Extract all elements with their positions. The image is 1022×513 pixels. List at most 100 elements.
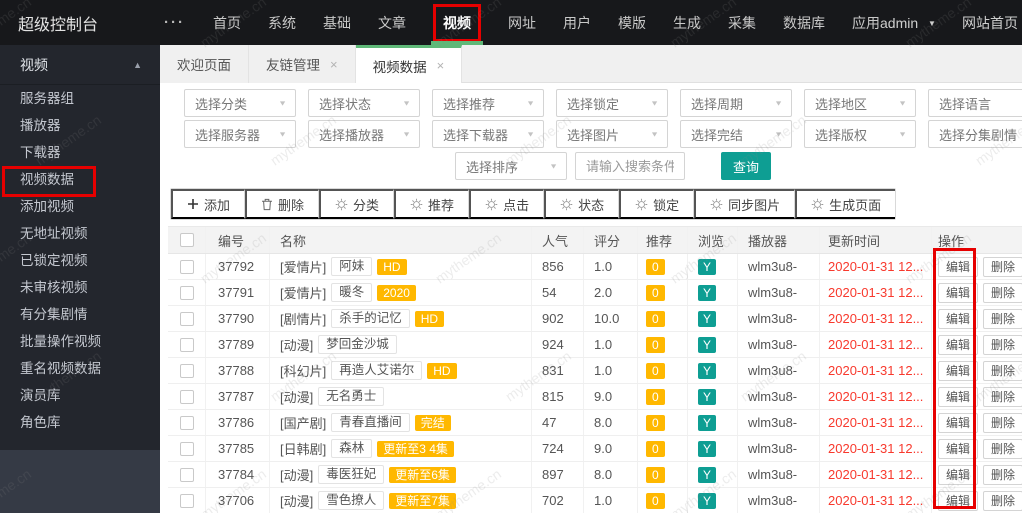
status-button[interactable]: 状态	[544, 189, 620, 219]
edit-button[interactable]: 编辑	[938, 308, 979, 329]
cell-player: wlm3u8-	[738, 488, 820, 513]
filter-select-recommend[interactable]: 选择推荐 ▼	[432, 89, 544, 117]
generate-page-button[interactable]: 生成页面	[795, 189, 896, 219]
nav-item-template[interactable]: 模版	[618, 0, 646, 45]
filter-select-finished[interactable]: 选择完结 ▼	[680, 120, 792, 148]
chevron-down-icon: ▼	[774, 99, 783, 107]
filter-select-copyright[interactable]: 选择版权 ▼	[804, 120, 916, 148]
delete-button[interactable]: 删除	[983, 490, 1022, 511]
row-checkbox[interactable]	[179, 493, 194, 508]
nav-item-base[interactable]: 基础	[323, 0, 351, 45]
sidebar-item-actor-lib[interactable]: 演员库	[0, 382, 160, 409]
sidebar-item-episode-plot[interactable]: 有分集剧情	[0, 301, 160, 328]
category-button[interactable]: 分类	[319, 189, 395, 219]
edit-button[interactable]: 编辑	[938, 256, 979, 277]
sidebar-item-duplicate-video[interactable]: 重名视频数据	[0, 355, 160, 382]
search-input[interactable]	[575, 152, 685, 180]
filter-select-status[interactable]: 选择状态 ▼	[308, 89, 420, 117]
nav-item-app[interactable]: 应用	[852, 0, 880, 45]
row-checkbox[interactable]	[179, 363, 194, 378]
more-menu-icon[interactable]: ···	[164, 14, 185, 31]
edit-button[interactable]: 编辑	[938, 386, 979, 407]
sidebar-item-video-data[interactable]: 视频数据	[0, 166, 160, 197]
select-all-checkbox[interactable]	[179, 233, 194, 247]
recommend-button[interactable]: 推荐	[394, 189, 470, 219]
delete-button[interactable]: 删除	[983, 282, 1022, 303]
sidebar-item-add-video[interactable]: 添加视频	[0, 193, 160, 220]
edit-button[interactable]: 编辑	[938, 412, 979, 433]
click-button[interactable]: 点击	[469, 189, 545, 219]
sidebar-item-role-lib[interactable]: 角色库	[0, 409, 160, 436]
filter-select-image[interactable]: 选择图片 ▼	[556, 120, 668, 148]
delete-button[interactable]: 删除	[983, 308, 1022, 329]
delete-button[interactable]: 删除	[983, 412, 1022, 433]
delete-button[interactable]: 删除	[983, 386, 1022, 407]
nav-item-database[interactable]: 数据库	[783, 0, 825, 45]
add-button[interactable]: 添加	[171, 189, 246, 219]
cell-views: Y	[688, 488, 738, 513]
filter-select-period[interactable]: 选择周期 ▼	[680, 89, 792, 117]
row-checkbox-cell	[168, 436, 206, 461]
edit-button[interactable]: 编辑	[938, 360, 979, 381]
sidebar-item-server-group[interactable]: 服务器组	[0, 85, 160, 112]
cell-views: Y	[688, 384, 738, 409]
sidebar-item-batch-video[interactable]: 批量操作视频	[0, 328, 160, 355]
filter-select-lock[interactable]: 选择锁定 ▼	[556, 89, 668, 117]
sidebar-section-video[interactable]: 视频 ▲	[0, 45, 160, 85]
site-home-link[interactable]: 网站首页	[962, 13, 1018, 33]
row-checkbox[interactable]	[179, 311, 194, 326]
row-checkbox[interactable]	[179, 441, 194, 456]
edit-button[interactable]: 编辑	[938, 490, 979, 511]
filter-select-downloader[interactable]: 选择下载器 ▼	[432, 120, 544, 148]
sidebar-item-locked-video[interactable]: 已锁定视频	[0, 247, 160, 274]
nav-item-system[interactable]: 系统	[268, 0, 296, 45]
delete-button[interactable]: 删除	[983, 464, 1022, 485]
nav-item-article[interactable]: 文章	[378, 0, 406, 45]
edit-button[interactable]: 编辑	[938, 282, 979, 303]
filter-select-episode-plot[interactable]: 选择分集剧情▼	[928, 120, 1022, 148]
lock-button[interactable]: 锁定	[619, 189, 695, 219]
tab-friend-links[interactable]: 友链管理 ×	[249, 45, 356, 83]
nav-item-home[interactable]: 首页	[213, 0, 241, 45]
user-menu[interactable]: admin ▼	[880, 15, 936, 31]
sidebar-item-no-address-video[interactable]: 无地址视频	[0, 220, 160, 247]
video-title-chip: 森林	[331, 439, 373, 458]
sidebar-item-downloader[interactable]: 下载器	[0, 139, 160, 166]
close-icon[interactable]: ×	[330, 57, 338, 72]
nav-item-user[interactable]: 用户	[563, 0, 591, 45]
tab-welcome[interactable]: 欢迎页面	[160, 45, 249, 83]
tab-video-data[interactable]: 视频数据 ×	[355, 45, 463, 83]
nav-item-generate[interactable]: 生成	[673, 0, 701, 45]
app-logo: 超级控制台	[18, 16, 99, 34]
nav-item-label: 视频	[433, 3, 481, 42]
row-checkbox[interactable]	[179, 389, 194, 404]
delete-button[interactable]: 删除	[245, 189, 320, 219]
nav-item-collect[interactable]: 采集	[728, 0, 756, 45]
delete-button[interactable]: 删除	[983, 256, 1022, 277]
edit-button[interactable]: 编辑	[938, 464, 979, 485]
sidebar-item-unaudited-video[interactable]: 未审核视频	[0, 274, 160, 301]
sync-image-button[interactable]: 同步图片	[694, 189, 796, 219]
filter-select-language[interactable]: 选择语言▼	[928, 89, 1022, 117]
delete-button[interactable]: 删除	[983, 360, 1022, 381]
sort-select[interactable]: 选择排序 ▼	[455, 152, 567, 180]
row-checkbox[interactable]	[179, 467, 194, 482]
chevron-down-icon: ▼	[278, 99, 287, 107]
filter-select-server[interactable]: 选择服务器 ▼	[184, 120, 296, 148]
filter-select-category[interactable]: 选择分类 ▼	[184, 89, 296, 117]
close-icon[interactable]: ×	[437, 58, 445, 73]
nav-item-site[interactable]: 网址	[508, 0, 536, 45]
row-checkbox[interactable]	[179, 259, 194, 274]
delete-button[interactable]: 删除	[983, 334, 1022, 355]
search-button[interactable]: 查询	[721, 152, 771, 180]
filter-select-region[interactable]: 选择地区 ▼	[804, 89, 916, 117]
nav-item-video[interactable]: 视频	[431, 0, 483, 45]
row-checkbox[interactable]	[179, 415, 194, 430]
row-checkbox[interactable]	[179, 285, 194, 300]
row-checkbox[interactable]	[179, 337, 194, 352]
delete-button[interactable]: 删除	[983, 438, 1022, 459]
sidebar-item-player[interactable]: 播放器	[0, 112, 160, 139]
edit-button[interactable]: 编辑	[938, 438, 979, 459]
edit-button[interactable]: 编辑	[938, 334, 979, 355]
filter-select-player[interactable]: 选择播放器 ▼	[308, 120, 420, 148]
